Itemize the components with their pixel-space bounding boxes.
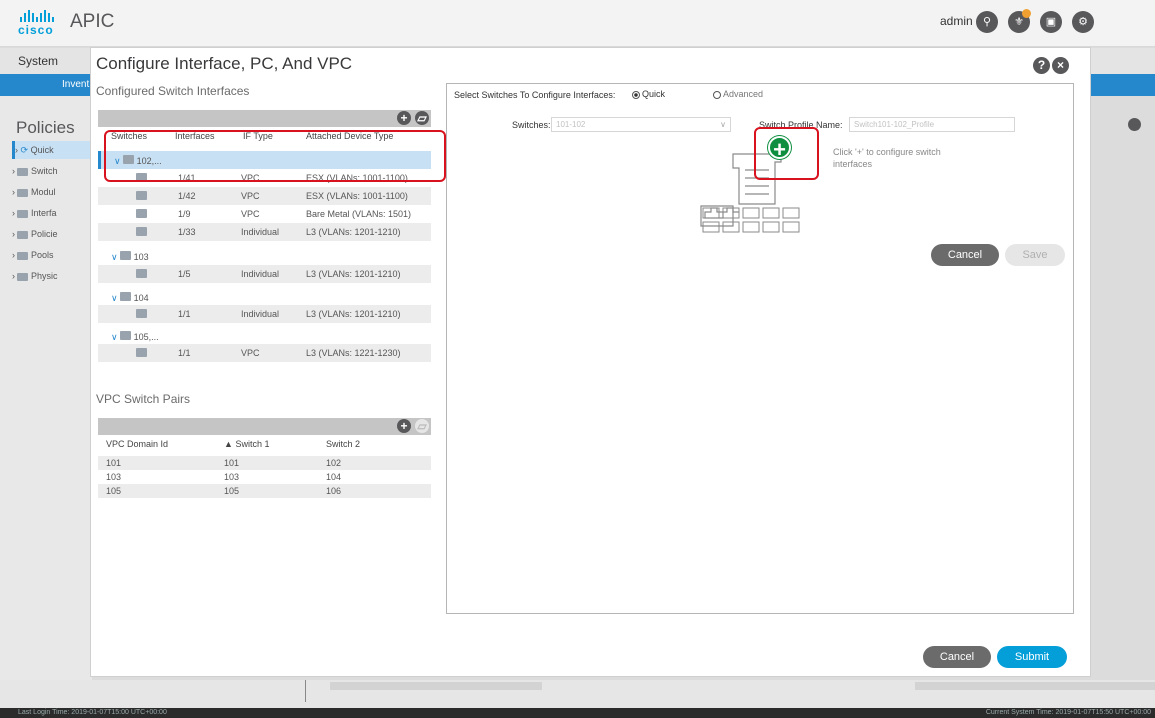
folder-icon: [136, 309, 147, 318]
quick-start-icon: ⟳: [20, 145, 29, 155]
folder-icon: [120, 331, 132, 340]
advanced-radio[interactable]: Advanced: [713, 89, 763, 99]
quick-radio[interactable]: Quick: [632, 89, 665, 99]
left-navigation: Policies › ⟳ Quick › Switch › Modul › Inter…: [0, 96, 92, 680]
folder-icon: [17, 251, 28, 260]
folder-icon: [17, 188, 28, 197]
table-row[interactable]: 1/5 Individual L3 (VLANs: 1201-1210): [98, 265, 431, 283]
folder-icon: [136, 348, 147, 357]
add-hint-text: Click '+' to configure switch interfaces: [833, 147, 941, 169]
chevron-down-icon[interactable]: ∨: [111, 252, 118, 262]
folder-icon: [17, 272, 28, 281]
submit-button[interactable]: Submit: [997, 646, 1067, 668]
user-menu[interactable]: admin: [940, 14, 973, 28]
nav-item-policies[interactable]: › Policie: [12, 225, 92, 243]
folder-icon: [136, 209, 147, 218]
interfaces-toolbar: + ▱: [98, 110, 431, 127]
page-options-icon[interactable]: [1128, 118, 1141, 131]
nav-item-physical[interactable]: › Physic: [12, 267, 92, 285]
add-interface-button[interactable]: +: [397, 111, 411, 125]
delete-icon: ▱: [415, 419, 429, 433]
nav-item-switches[interactable]: › Switch: [12, 162, 92, 180]
nav-item-modules[interactable]: › Modul: [12, 183, 92, 201]
radio-selected-icon: [632, 90, 640, 99]
settings-icon[interactable]: ⚙: [1072, 11, 1094, 33]
close-icon[interactable]: ×: [1052, 57, 1069, 74]
switches-label: Switches:: [512, 120, 551, 130]
nav-item-pools[interactable]: › Pools: [12, 246, 92, 264]
chevron-down-icon: ∨: [720, 120, 726, 129]
select-switches-label: Select Switches To Configure Interfaces:: [454, 90, 616, 100]
highlight-annotation: [754, 127, 819, 180]
cancel-button[interactable]: Cancel: [931, 244, 999, 266]
table-row[interactable]: 1/1 VPC L3 (VLANs: 1221-1230): [98, 344, 431, 362]
column-vpc-domain-id[interactable]: VPC Domain Id: [106, 439, 168, 449]
add-vpc-button[interactable]: +: [397, 419, 411, 433]
folder-icon: [17, 167, 28, 176]
nav-item-quick-start[interactable]: › ⟳ Quick: [12, 141, 92, 159]
background-panel: [915, 682, 1155, 690]
sub-menu-item[interactable]: Invent: [62, 79, 89, 90]
top-bar: cisco APIC admin ⚲ ⚜ ▣ ⚙: [0, 0, 1155, 47]
alerts-icon[interactable]: ⚜: [1008, 9, 1031, 33]
save-button: Save: [1005, 244, 1065, 266]
switch-configuration-panel: Select Switches To Configure Interfaces:…: [446, 83, 1074, 614]
folder-icon: [136, 269, 147, 278]
table-row[interactable]: 101 101 102: [98, 456, 431, 470]
search-icon[interactable]: ⚲: [976, 11, 998, 33]
table-row[interactable]: 103 103 104: [98, 470, 431, 484]
status-footer: Last Login Time: 2019-01-07T15:00 UTC+00…: [0, 708, 1155, 718]
column-switch-1[interactable]: ▲ Switch 1: [224, 439, 269, 449]
profile-name-input[interactable]: Switch101-102_Profile: [849, 117, 1015, 132]
column-switch-2[interactable]: Switch 2: [326, 439, 360, 449]
radio-icon: [713, 90, 721, 99]
configure-interface-dialog: Configure Interface, PC, And VPC ? × Con…: [90, 47, 1091, 677]
vpc-pairs-title: VPC Switch Pairs: [96, 392, 191, 406]
nav-item-interfaces[interactable]: › Interfa: [12, 204, 92, 222]
table-row[interactable]: 1/9 VPC Bare Metal (VLANs: 1501): [98, 205, 431, 223]
table-row[interactable]: ∨ 103: [98, 247, 431, 265]
chevron-down-icon[interactable]: ∨: [111, 332, 118, 342]
sort-asc-icon: ▲: [224, 439, 233, 449]
app-title: APIC: [70, 11, 115, 32]
table-row[interactable]: ∨ 105,...: [98, 327, 431, 345]
table-row[interactable]: 1/42 VPC ESX (VLANs: 1001-1100): [98, 187, 431, 205]
vpc-toolbar: + ▱: [98, 418, 431, 435]
folder-icon: [120, 292, 132, 301]
chevron-down-icon[interactable]: ∨: [111, 293, 118, 303]
folder-icon: [136, 191, 147, 200]
policies-heading: Policies: [16, 118, 75, 137]
folder-icon: [17, 209, 28, 218]
switches-select[interactable]: 101-102 ∨: [551, 117, 731, 132]
cisco-logo: cisco: [18, 10, 62, 38]
last-login-time: Last Login Time: 2019-01-07T15:00 UTC+00…: [18, 709, 167, 716]
current-system-time: Current System Time: 2019-01-07T15:50 UT…: [985, 709, 1151, 716]
table-row[interactable]: 105 105 106: [98, 484, 431, 498]
table-row[interactable]: 1/33 Individual L3 (VLANs: 1201-1210): [98, 223, 431, 241]
configured-interfaces-title: Configured Switch Interfaces: [96, 84, 250, 98]
folder-icon: [120, 251, 132, 260]
dialog-title: Configure Interface, PC, And VPC: [96, 54, 353, 73]
menu-system[interactable]: System: [18, 54, 58, 68]
background-panel: [330, 682, 542, 690]
highlight-annotation: [104, 130, 446, 182]
folder-icon: [17, 230, 28, 239]
dialog-cancel-button[interactable]: Cancel: [923, 646, 991, 668]
help-icon[interactable]: ?: [1033, 57, 1050, 74]
display-icon[interactable]: ▣: [1040, 11, 1062, 33]
folder-icon: [136, 227, 147, 236]
table-row[interactable]: 1/1 Individual L3 (VLANs: 1201-1210): [98, 305, 431, 323]
divider: [305, 680, 306, 702]
delete-icon[interactable]: ▱: [415, 111, 429, 125]
table-row[interactable]: ∨ 104: [98, 288, 431, 306]
